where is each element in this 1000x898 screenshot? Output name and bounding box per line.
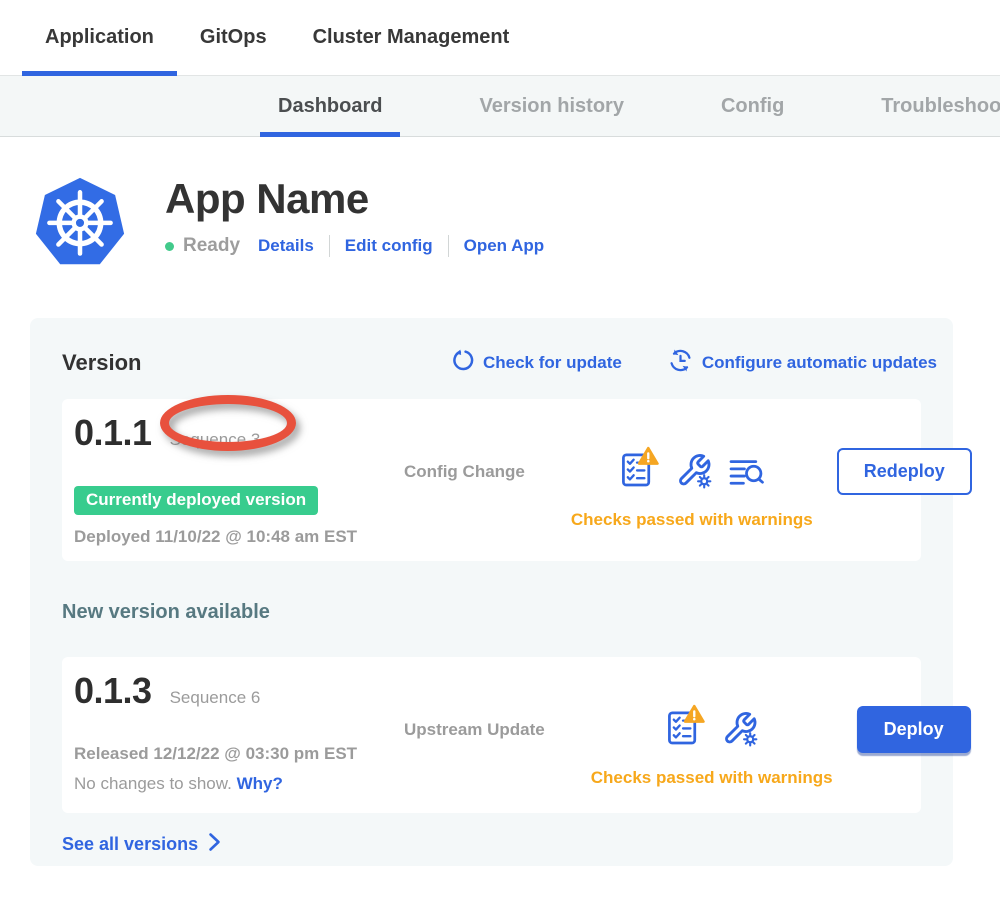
divider <box>448 235 449 257</box>
divider <box>329 235 330 257</box>
available-version-info: 0.1.3 Sequence 6 Released 12/12/22 @ 03:… <box>74 671 404 794</box>
check-for-update-link[interactable]: Check for update <box>451 349 622 377</box>
app-status-row: Ready Details Edit config Open App <box>165 235 544 257</box>
redeploy-button[interactable]: Redeploy <box>837 448 972 495</box>
view-diff-icon[interactable] <box>729 458 764 494</box>
current-version-number: 0.1.1 <box>74 413 152 453</box>
current-version-card: 0.1.1 Sequence 3 Currently deployed vers… <box>62 399 921 561</box>
checks-column: Checks passed with warnings <box>571 446 813 530</box>
tab-config[interactable]: Config <box>703 76 802 136</box>
deploy-button[interactable]: Deploy <box>857 706 971 753</box>
preflight-checks-icon[interactable] <box>620 446 659 494</box>
tab-version-history[interactable]: Version history <box>461 76 642 136</box>
chevron-right-icon <box>208 832 221 857</box>
refresh-icon <box>451 349 474 377</box>
configure-automatic-updates-link[interactable]: Configure automatic updates <box>668 348 937 378</box>
version-source-label: Upstream Update <box>404 720 545 740</box>
checks-column: Checks passed with warnings <box>591 704 833 788</box>
available-version-body: Upstream Update <box>404 704 971 788</box>
why-link[interactable]: Why? <box>237 774 283 793</box>
tab-application[interactable]: Application <box>22 0 177 75</box>
tab-gitops[interactable]: GitOps <box>177 0 290 75</box>
deployed-timestamp: Deployed 11/10/22 @ 10:48 am EST <box>74 527 404 547</box>
new-version-heading: New version available <box>62 601 921 624</box>
no-changes-text: No changes to show. Why? <box>74 774 404 794</box>
checks-status-text: Checks passed with warnings <box>591 768 833 788</box>
current-version-sequence: Sequence 3 <box>170 420 261 460</box>
app-header: App Name Ready Details Edit config Open … <box>0 137 1000 270</box>
kubernetes-logo-icon <box>35 174 125 270</box>
checks-status-text: Checks passed with warnings <box>571 510 813 530</box>
version-panel-header: Version Check for update <box>62 348 921 378</box>
sub-nav: Dashboard Version history Config Trouble… <box>0 76 1000 137</box>
auto-update-clock-icon <box>668 348 693 378</box>
tab-troubleshoot[interactable]: Troubleshoot <box>863 76 1000 136</box>
see-all-versions-link[interactable]: See all versions <box>62 832 221 857</box>
checks-icons-row <box>666 704 758 752</box>
available-version-number: 0.1.3 <box>74 671 152 711</box>
version-panel-actions: Check for update <box>451 348 937 378</box>
current-version-body: Config Change <box>404 446 972 530</box>
wrench-gear-icon[interactable] <box>676 452 712 494</box>
available-version-sequence: Sequence 6 <box>170 678 261 718</box>
version-panel: Version Check for update <box>30 318 953 866</box>
version-row: 0.1.1 Sequence 3 <box>74 413 404 460</box>
details-link[interactable]: Details <box>258 236 314 256</box>
edit-config-link[interactable]: Edit config <box>345 236 433 256</box>
checks-icons-row <box>620 446 764 494</box>
app-header-info: App Name Ready Details Edit config Open … <box>165 174 544 257</box>
top-nav: Application GitOps Cluster Management <box>0 0 1000 76</box>
status-dot-icon <box>165 242 174 251</box>
released-timestamp: Released 12/12/22 @ 03:30 pm EST <box>74 744 404 764</box>
available-version-card: 0.1.3 Sequence 6 Released 12/12/22 @ 03:… <box>62 657 921 813</box>
current-version-info: 0.1.1 Sequence 3 Currently deployed vers… <box>74 413 404 547</box>
wrench-gear-icon[interactable] <box>722 710 758 752</box>
version-panel-title: Version <box>62 350 141 376</box>
app-title: App Name <box>165 176 544 222</box>
open-app-link[interactable]: Open App <box>464 236 545 256</box>
tab-dashboard[interactable]: Dashboard <box>260 76 400 136</box>
currently-deployed-badge: Currently deployed version <box>74 486 318 515</box>
tab-cluster-management[interactable]: Cluster Management <box>290 0 533 75</box>
version-row: 0.1.3 Sequence 6 <box>74 671 404 718</box>
app-status: Ready <box>183 235 240 257</box>
app-dashboard-screen: Application GitOps Cluster Management Da… <box>0 0 1000 898</box>
version-source-label: Config Change <box>404 462 525 482</box>
preflight-checks-icon[interactable] <box>666 704 705 752</box>
